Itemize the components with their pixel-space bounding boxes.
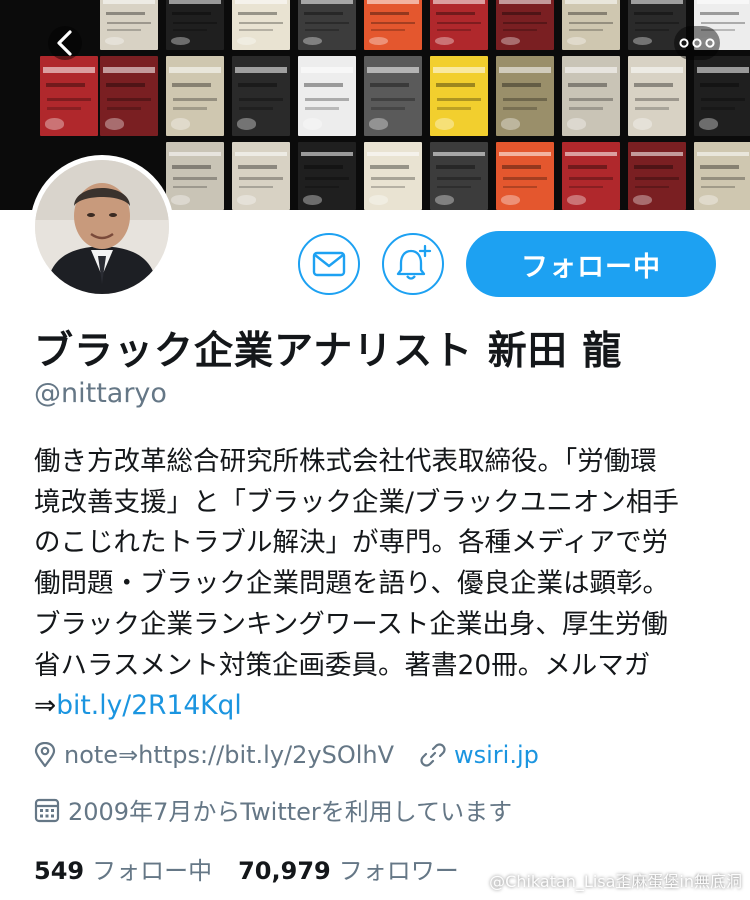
location-text: note⇒https://bit.ly/2ySOlhV (64, 741, 394, 769)
profile-stats: 549 フォロー中 70,979 フォロワー (34, 851, 459, 886)
bio-line: 働問題・ブラック企業問題を語り、優良企業は顕彰。 (34, 568, 669, 600)
banner-book-cover (694, 56, 750, 136)
banner-book-cover (40, 56, 98, 136)
following-stat[interactable]: 549 フォロー中 (34, 851, 212, 886)
banner-book-cover (364, 56, 422, 136)
following-button[interactable]: フォロー中 (466, 231, 716, 297)
banner-book-cover (166, 142, 224, 210)
followers-stat[interactable]: 70,979 フォロワー (238, 851, 459, 886)
mail-icon (312, 251, 346, 277)
profile-name: ブラック企業アナリスト 新田 龍 (34, 329, 623, 374)
banner-book-cover (430, 0, 488, 50)
website-link[interactable]: wsiri.jp (454, 741, 539, 769)
banner-book-cover (232, 56, 290, 136)
more-dots-icon (679, 38, 715, 48)
bio-line: 省ハラスメント対策企画委員。著書20冊。メルマガ (34, 649, 651, 681)
avatar-photo (35, 160, 169, 294)
banner-book-cover (100, 56, 158, 136)
link-icon (420, 743, 446, 767)
bio-line: 境改善支援」と「ブラック企業/ブラックユニオン相手 (34, 486, 679, 518)
weibo-watermark: @Chikatan_Lisa歪麻蛋堡in無底洞 (463, 868, 742, 892)
followers-count: 70,979 (238, 857, 331, 885)
banner-book-cover (496, 56, 554, 136)
banner-book-cover (628, 142, 686, 210)
chevron-left-icon (57, 30, 72, 56)
banner-book-cover (628, 56, 686, 136)
banner-book-cover (100, 0, 158, 50)
followers-label: フォロワー (338, 857, 459, 885)
bio-line: ブラック企業ランキングワースト企業出身、厚生労働 (34, 608, 668, 640)
banner-book-cover (496, 0, 554, 50)
banner-book-cover (166, 56, 224, 136)
message-button[interactable] (298, 233, 360, 295)
banner-book-cover (232, 0, 290, 50)
bio-line: 働き方改革総合研究所株式会社代表取締役。「労働環 (34, 446, 657, 477)
profile-website[interactable]: wsiri.jp (420, 741, 539, 769)
profile-handle: @nittaryo (34, 378, 167, 409)
bell-plus-icon (396, 244, 432, 280)
banner-book-cover (166, 0, 224, 50)
notifications-button[interactable] (382, 233, 444, 295)
bio-line: ⇒bit.ly/2R14Kql (34, 686, 724, 727)
banner-book-cover (232, 142, 290, 210)
banner-book-cover (298, 56, 356, 136)
banner-book-cover (364, 0, 422, 50)
banner-book-cover (496, 142, 554, 210)
calendar-icon (34, 798, 60, 822)
banner-book-cover (562, 142, 620, 210)
following-label: フォロー中 (92, 857, 213, 885)
banner-book-cover (298, 0, 356, 50)
joined-text: 2009年7月からTwitterを利用しています (68, 798, 513, 826)
weibo-logo-icon (463, 873, 484, 888)
back-button[interactable] (48, 26, 82, 60)
banner-book-cover (430, 56, 488, 136)
banner-book-cover (562, 56, 620, 136)
profile-location: note⇒https://bit.ly/2ySOlhV (34, 741, 394, 769)
more-options-button[interactable] (674, 26, 720, 60)
following-count: 549 (34, 857, 85, 885)
profile-joined: 2009年7月からTwitterを利用しています (34, 792, 512, 827)
watermark-text: @Chikatan_Lisa歪麻蛋堡in無底洞 (489, 872, 742, 891)
profile-bio: 働き方改革総合研究所株式会社代表取締役。「労働環 境改善支援」と「ブラック企業/… (34, 442, 724, 727)
profile-meta-row: note⇒https://bit.ly/2ySOlhV wsiri.jp (34, 741, 539, 769)
banner-book-cover (430, 142, 488, 210)
location-pin-icon (34, 742, 56, 768)
bio-link[interactable]: bit.ly/2R14Kql (56, 690, 242, 721)
banner-book-cover (562, 0, 620, 50)
bio-line: のこじれたトラブル解決」が専門。各種メディアで労 (34, 527, 669, 559)
joined-item: 2009年7月からTwitterを利用しています (34, 792, 512, 827)
profile-avatar[interactable] (30, 155, 174, 299)
banner-book-cover (364, 142, 422, 210)
banner-book-cover (694, 142, 750, 210)
banner-book-cover (298, 142, 356, 210)
bio-link-arrow: ⇒ (34, 690, 57, 722)
